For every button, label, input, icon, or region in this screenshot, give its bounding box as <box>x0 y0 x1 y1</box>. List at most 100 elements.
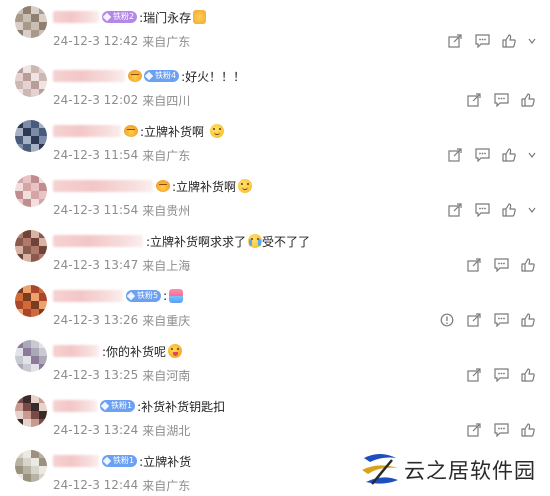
like-icon[interactable] <box>499 147 519 163</box>
comment-content: 铁粉1 :立牌补货 <box>53 452 191 470</box>
comment-content: :立牌补货啊求求了 受不了了 <box>53 232 310 250</box>
site-watermark: 云之居软件园 <box>358 448 548 492</box>
comment-content: :立牌补货啊 <box>53 122 225 140</box>
comment-meta: 24-12-3 13:25 来自河南 <box>53 367 190 383</box>
comment-date: 24-12-3 <box>53 258 100 272</box>
avatar[interactable] <box>15 285 47 317</box>
comment-location: 来自上海 <box>142 258 191 273</box>
reply-icon[interactable] <box>491 92 511 108</box>
comment-time: 13:24 <box>103 423 139 437</box>
comment-time: 11:54 <box>103 148 139 162</box>
comment-content: 铁粉4 :好火！！！ <box>53 67 245 85</box>
comment-actions <box>457 367 538 383</box>
reply-icon[interactable] <box>472 147 492 163</box>
comment-content: 铁粉1 :补货补货钥匙扣 <box>53 397 225 415</box>
share-icon[interactable] <box>464 422 484 438</box>
reply-icon[interactable] <box>491 312 511 328</box>
avatar[interactable] <box>15 340 47 372</box>
avatar[interactable] <box>15 120 47 152</box>
comment-item: :立牌补货啊求求了 受不了了 24-12-3 13:47 来自上海 <box>0 228 550 284</box>
comment-item: 铁粉4 :好火！！！ 24-12-3 12:02 来自四川 <box>0 63 550 119</box>
user-name[interactable] <box>53 290 123 302</box>
user-name[interactable] <box>53 235 143 247</box>
more-icon[interactable] <box>526 147 538 163</box>
avatar[interactable] <box>15 450 47 482</box>
comment-time: 13:47 <box>103 258 139 272</box>
smile-emoji <box>210 124 225 138</box>
user-name[interactable] <box>53 345 99 357</box>
avatar[interactable] <box>15 65 47 97</box>
comment-location: 来自湖北 <box>142 423 191 438</box>
like-icon[interactable] <box>518 92 538 108</box>
share-icon[interactable] <box>445 33 465 49</box>
avatar[interactable] <box>15 230 47 262</box>
comment-content: 铁粉5 : <box>53 287 184 305</box>
like-icon[interactable] <box>499 202 519 218</box>
reply-icon[interactable] <box>491 422 511 438</box>
comment-date: 24-12-3 <box>53 313 100 327</box>
user-name[interactable] <box>53 180 153 192</box>
user-name[interactable] <box>53 455 99 467</box>
comment-item: :立牌补货啊 24-12-3 11:54 来自贵州 <box>0 173 550 229</box>
comment-item: :立牌补货啊 24-12-3 11:54 来自广东 <box>0 118 550 174</box>
fan-badge: 铁粉5 <box>126 290 162 302</box>
reply-icon[interactable] <box>472 202 492 218</box>
avatar[interactable] <box>15 395 47 427</box>
comment-text-tail: 受不了了 <box>262 234 311 249</box>
comment-item: :你的补货呢 24-12-3 13:25 来自河南 <box>0 338 550 394</box>
share-icon[interactable] <box>464 312 484 328</box>
more-icon[interactable] <box>526 33 538 49</box>
like-icon[interactable] <box>499 33 519 49</box>
more-icon[interactable] <box>526 202 538 218</box>
comment-actions <box>457 92 538 108</box>
comment-text: :立牌补货啊 <box>172 179 237 194</box>
gift-emoji <box>169 289 184 303</box>
like-icon[interactable] <box>518 257 538 273</box>
fan-badge: 铁粉2 <box>102 11 138 23</box>
comment-item: 铁粉2 :瑞门永存 24-12-3 12:42 来自广东 <box>0 4 550 60</box>
comment-actions <box>457 422 538 438</box>
comment-item: 铁粉1 :补货补货钥匙扣 24-12-3 13:24 来自湖北 <box>0 393 550 449</box>
share-icon[interactable] <box>464 367 484 383</box>
share-icon[interactable] <box>464 92 484 108</box>
user-name[interactable] <box>53 400 97 412</box>
comment-actions <box>438 33 538 49</box>
comment-time: 13:25 <box>103 368 139 382</box>
comment-meta: 24-12-3 13:47 来自上海 <box>53 257 190 273</box>
comment-actions <box>430 312 538 328</box>
comment-actions <box>438 147 538 163</box>
comment-location: 来自贵州 <box>142 203 191 218</box>
reply-icon[interactable] <box>491 257 511 273</box>
fan-badge: 铁粉1 <box>102 455 138 467</box>
like-icon[interactable] <box>518 422 538 438</box>
comment-item: 铁粉5 : 24-12-3 13:26 来自重庆 <box>0 283 550 339</box>
fan-badge: 铁粉1 <box>100 400 136 412</box>
like-icon[interactable] <box>518 367 538 383</box>
reply-icon[interactable] <box>491 367 511 383</box>
watermark-text: 云之居软件园 <box>404 459 536 483</box>
reply-icon[interactable] <box>472 33 492 49</box>
user-name[interactable] <box>53 11 99 23</box>
user-name[interactable] <box>53 70 125 82</box>
comment-location: 来自重庆 <box>142 313 191 328</box>
comment-text: :好火！！！ <box>181 69 246 84</box>
avatar[interactable] <box>15 6 47 38</box>
avatar[interactable] <box>15 175 47 207</box>
report-icon[interactable] <box>437 312 457 328</box>
comment-content: :立牌补货啊 <box>53 177 253 195</box>
comment-location: 来自河南 <box>142 368 191 383</box>
watermark-logo <box>358 450 402 490</box>
share-icon[interactable] <box>445 202 465 218</box>
user-name[interactable] <box>53 125 121 137</box>
comment-date: 24-12-3 <box>53 423 100 437</box>
comment-time: 13:26 <box>103 313 139 327</box>
comment-text: :立牌补货啊求求了 <box>146 234 247 249</box>
comment-meta: 24-12-3 12:02 来自四川 <box>53 92 190 108</box>
share-icon[interactable] <box>464 257 484 273</box>
comment-meta: 24-12-3 13:24 来自湖北 <box>53 422 190 438</box>
like-icon[interactable] <box>518 312 538 328</box>
comment-date: 24-12-3 <box>53 34 100 48</box>
tongue-emoji <box>168 344 183 358</box>
comment-time: 12:44 <box>103 478 139 492</box>
share-icon[interactable] <box>445 147 465 163</box>
